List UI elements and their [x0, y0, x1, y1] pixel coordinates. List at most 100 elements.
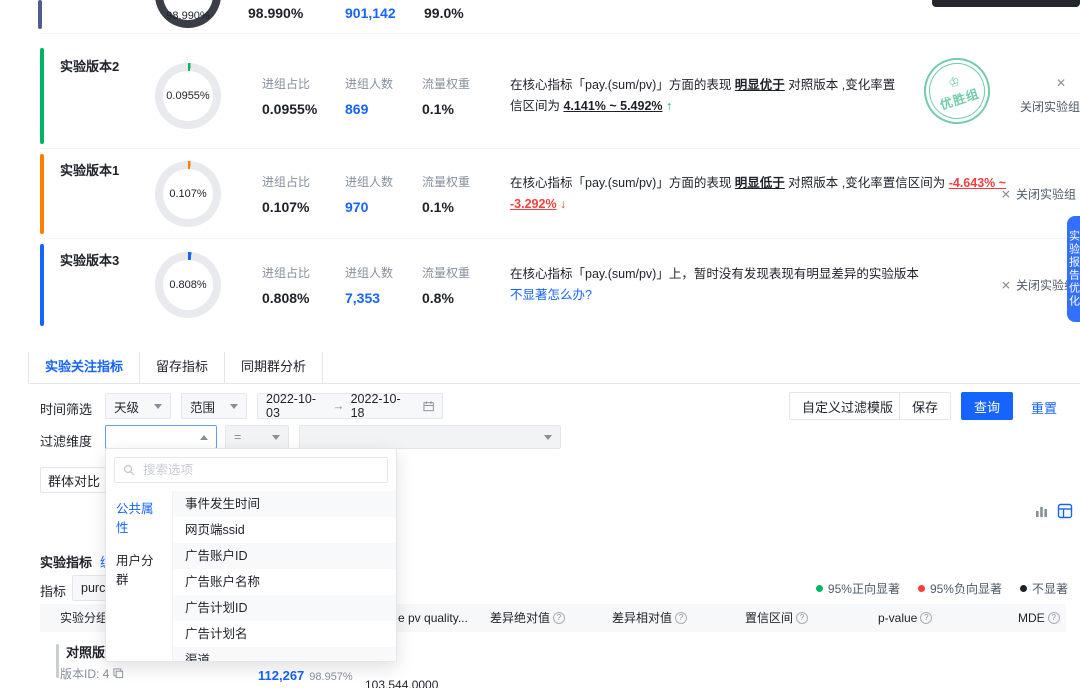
- side-feedback-tab[interactable]: 实验报告优化: [1067, 216, 1080, 322]
- experiment-metric-title: 实验指标: [40, 552, 92, 571]
- donut-label: 0.808%: [169, 279, 206, 291]
- close-experiment-button[interactable]: 关闭实验组: [1020, 98, 1080, 115]
- option-ad-account-name[interactable]: 广告账户名称: [173, 569, 396, 595]
- copy-icon[interactable]: [113, 668, 124, 679]
- dimension-select[interactable]: [105, 425, 217, 449]
- stat-traffic-weight: 流量权重 0.8%: [422, 264, 470, 306]
- group-user-segments[interactable]: 用户分群: [106, 543, 172, 595]
- search-icon: [123, 464, 135, 476]
- option-web-ssid[interactable]: 网页端ssid: [173, 517, 396, 543]
- control-enter-ratio-value: 98.990%: [248, 5, 303, 21]
- dropdown-group-list: 公共属性 用户分群: [106, 491, 173, 661]
- date-range-input[interactable]: 2022-10-03 → 2022-10-18: [257, 393, 443, 419]
- toast-sliver: [932, 0, 1080, 7]
- group-public-attributes[interactable]: 公共属性: [106, 491, 172, 543]
- donut-label: 0.107%: [169, 188, 206, 200]
- range-mode-select[interactable]: 范围: [181, 393, 247, 419]
- divider: [40, 238, 1080, 239]
- version-name: 实验版本3: [60, 250, 119, 269]
- option-ad-account-id[interactable]: 广告账户ID: [173, 543, 396, 569]
- time-filter-label: 时间筛选: [40, 399, 92, 418]
- th-abs-diff: 差异绝对值?: [490, 604, 565, 632]
- stat-traffic-weight: 流量权重 0.1%: [422, 173, 470, 215]
- legend-negative: 95%负向显著: [918, 580, 1002, 597]
- significance-legend: 95%正向显著 95%负向显著 不显著: [816, 580, 1068, 597]
- tab-retention-metrics[interactable]: 留存指标: [140, 352, 225, 383]
- chevron-down-icon: [230, 404, 238, 409]
- filter-dimension-label: 过滤维度: [40, 431, 92, 450]
- down-arrow-icon: ↓: [560, 197, 566, 211]
- control-enter-count-value: 901,142: [345, 5, 396, 21]
- chevron-down-icon: [154, 404, 162, 409]
- th-metric-col: e pv quality...: [398, 604, 468, 632]
- version-donut-chart: 0.0955%: [155, 63, 221, 129]
- red-dot-icon: [918, 585, 925, 592]
- arrow-right-icon: →: [332, 399, 345, 413]
- stat-enter-ratio: 进组占比 0.0955%: [262, 75, 317, 117]
- granularity-select[interactable]: 天级: [105, 393, 171, 419]
- winner-stamp: ♔ 优胜组: [915, 49, 998, 132]
- conclusion-text: 在核心指标「pay.(sum/pv)」上，暂时没有发现表现有明显差异的实验版本 …: [510, 264, 1010, 306]
- option-event-time[interactable]: 事件发生时间: [173, 491, 396, 517]
- reset-button[interactable]: 重置: [1031, 398, 1057, 417]
- cohort-compare-button[interactable]: 群体对比: [40, 467, 108, 493]
- not-significant-help-link[interactable]: 不显著怎么办?: [510, 288, 592, 302]
- control-color-bar: [38, 0, 42, 29]
- help-icon[interactable]: ?: [920, 612, 932, 624]
- search-input[interactable]: [141, 462, 379, 478]
- chevron-down-icon: [544, 435, 552, 440]
- version-donut-chart: 0.107%: [155, 161, 221, 227]
- dimension-dropdown-panel: 公共属性 用户分群 事件发生时间 网页端ssid 广告账户ID 广告账户名称 广…: [105, 448, 397, 662]
- version-id: 版本ID: 4: [60, 665, 124, 682]
- metric-cell-value: 112,26798.957%: [258, 668, 353, 683]
- query-button[interactable]: 查询: [961, 392, 1013, 420]
- stat-traffic-weight: 流量权重 0.1%: [422, 75, 470, 117]
- stat-enter-count: 进组人数 970: [345, 173, 393, 215]
- donut-label: 0.0955%: [166, 90, 209, 102]
- stat-enter-ratio: 进组占比 0.107%: [262, 173, 310, 215]
- group-color-bar: [56, 644, 59, 678]
- control-donut-chart: 98.990%: [155, 0, 221, 28]
- th-experiment-group: 实验分组: [60, 604, 108, 632]
- divider: [40, 33, 1080, 34]
- help-icon[interactable]: ?: [675, 612, 687, 624]
- option-ad-plan-id[interactable]: 广告计划ID: [173, 595, 396, 621]
- metric-tabs: 实验关注指标 留存指标 同期群分析: [28, 352, 1080, 384]
- stat-enter-ratio: 进组占比 0.808%: [262, 264, 310, 306]
- dropdown-option-list: 事件发生时间 网页端ssid 广告账户ID 广告账户名称 广告计划ID 广告计划…: [173, 491, 396, 661]
- up-arrow-icon: ↑: [666, 99, 672, 113]
- conclusion-text: 在核心指标「pay.(sum/pv)」方面的表现 明显低于 对照版本 ,变化率置…: [510, 173, 1010, 215]
- close-icon[interactable]: ✕: [1056, 76, 1066, 90]
- green-dot-icon: [816, 585, 823, 592]
- operator-select[interactable]: =: [225, 425, 289, 449]
- help-icon[interactable]: ?: [796, 612, 808, 624]
- divider: [40, 148, 1080, 149]
- option-channel[interactable]: 渠道: [173, 647, 396, 661]
- option-ad-plan-name[interactable]: 广告计划名: [173, 621, 396, 647]
- close-icon: ✕: [1001, 278, 1011, 292]
- conclusion-text: 在核心指标「pay.(sum/pv)」方面的表现 明显优于 对照版本 ,变化率置…: [510, 75, 902, 117]
- close-experiment-button[interactable]: ✕ 关闭实验组: [1001, 277, 1076, 294]
- tab-experiment-metrics[interactable]: 实验关注指标: [28, 352, 140, 383]
- metric-label: 指标: [40, 581, 66, 600]
- calendar-icon: [423, 400, 434, 412]
- legend-positive: 95%正向显著: [816, 580, 900, 597]
- version-donut-chart: 0.808%: [155, 252, 221, 318]
- table-view-icon[interactable]: [1056, 502, 1074, 520]
- tab-cohort-analysis[interactable]: 同期群分析: [225, 352, 323, 383]
- chevron-up-icon: [200, 435, 208, 440]
- save-button[interactable]: 保存: [899, 392, 951, 420]
- experiment-row-v1: 实验版本1 0.107% 进组占比 0.107% 进组人数 970 流量权重 0…: [28, 150, 1080, 238]
- version-color-bar: [40, 48, 44, 144]
- help-icon[interactable]: ?: [1048, 612, 1060, 624]
- legend-not-significant: 不显著: [1020, 580, 1068, 597]
- black-dot-icon: [1020, 585, 1027, 592]
- experiment-row-v2: 实验版本2 0.0955% 进组占比 0.0955% 进组人数 869 流量权重…: [28, 44, 1080, 148]
- dropdown-search[interactable]: [114, 457, 388, 483]
- help-icon[interactable]: ?: [553, 612, 565, 624]
- stat-enter-count: 进组人数 7,353: [345, 264, 393, 306]
- control-donut-label: 98.990%: [166, 10, 209, 22]
- value-select[interactable]: [299, 425, 561, 449]
- close-experiment-button[interactable]: ✕ 关闭实验组: [1001, 186, 1076, 203]
- chart-view-icon[interactable]: [1032, 502, 1050, 520]
